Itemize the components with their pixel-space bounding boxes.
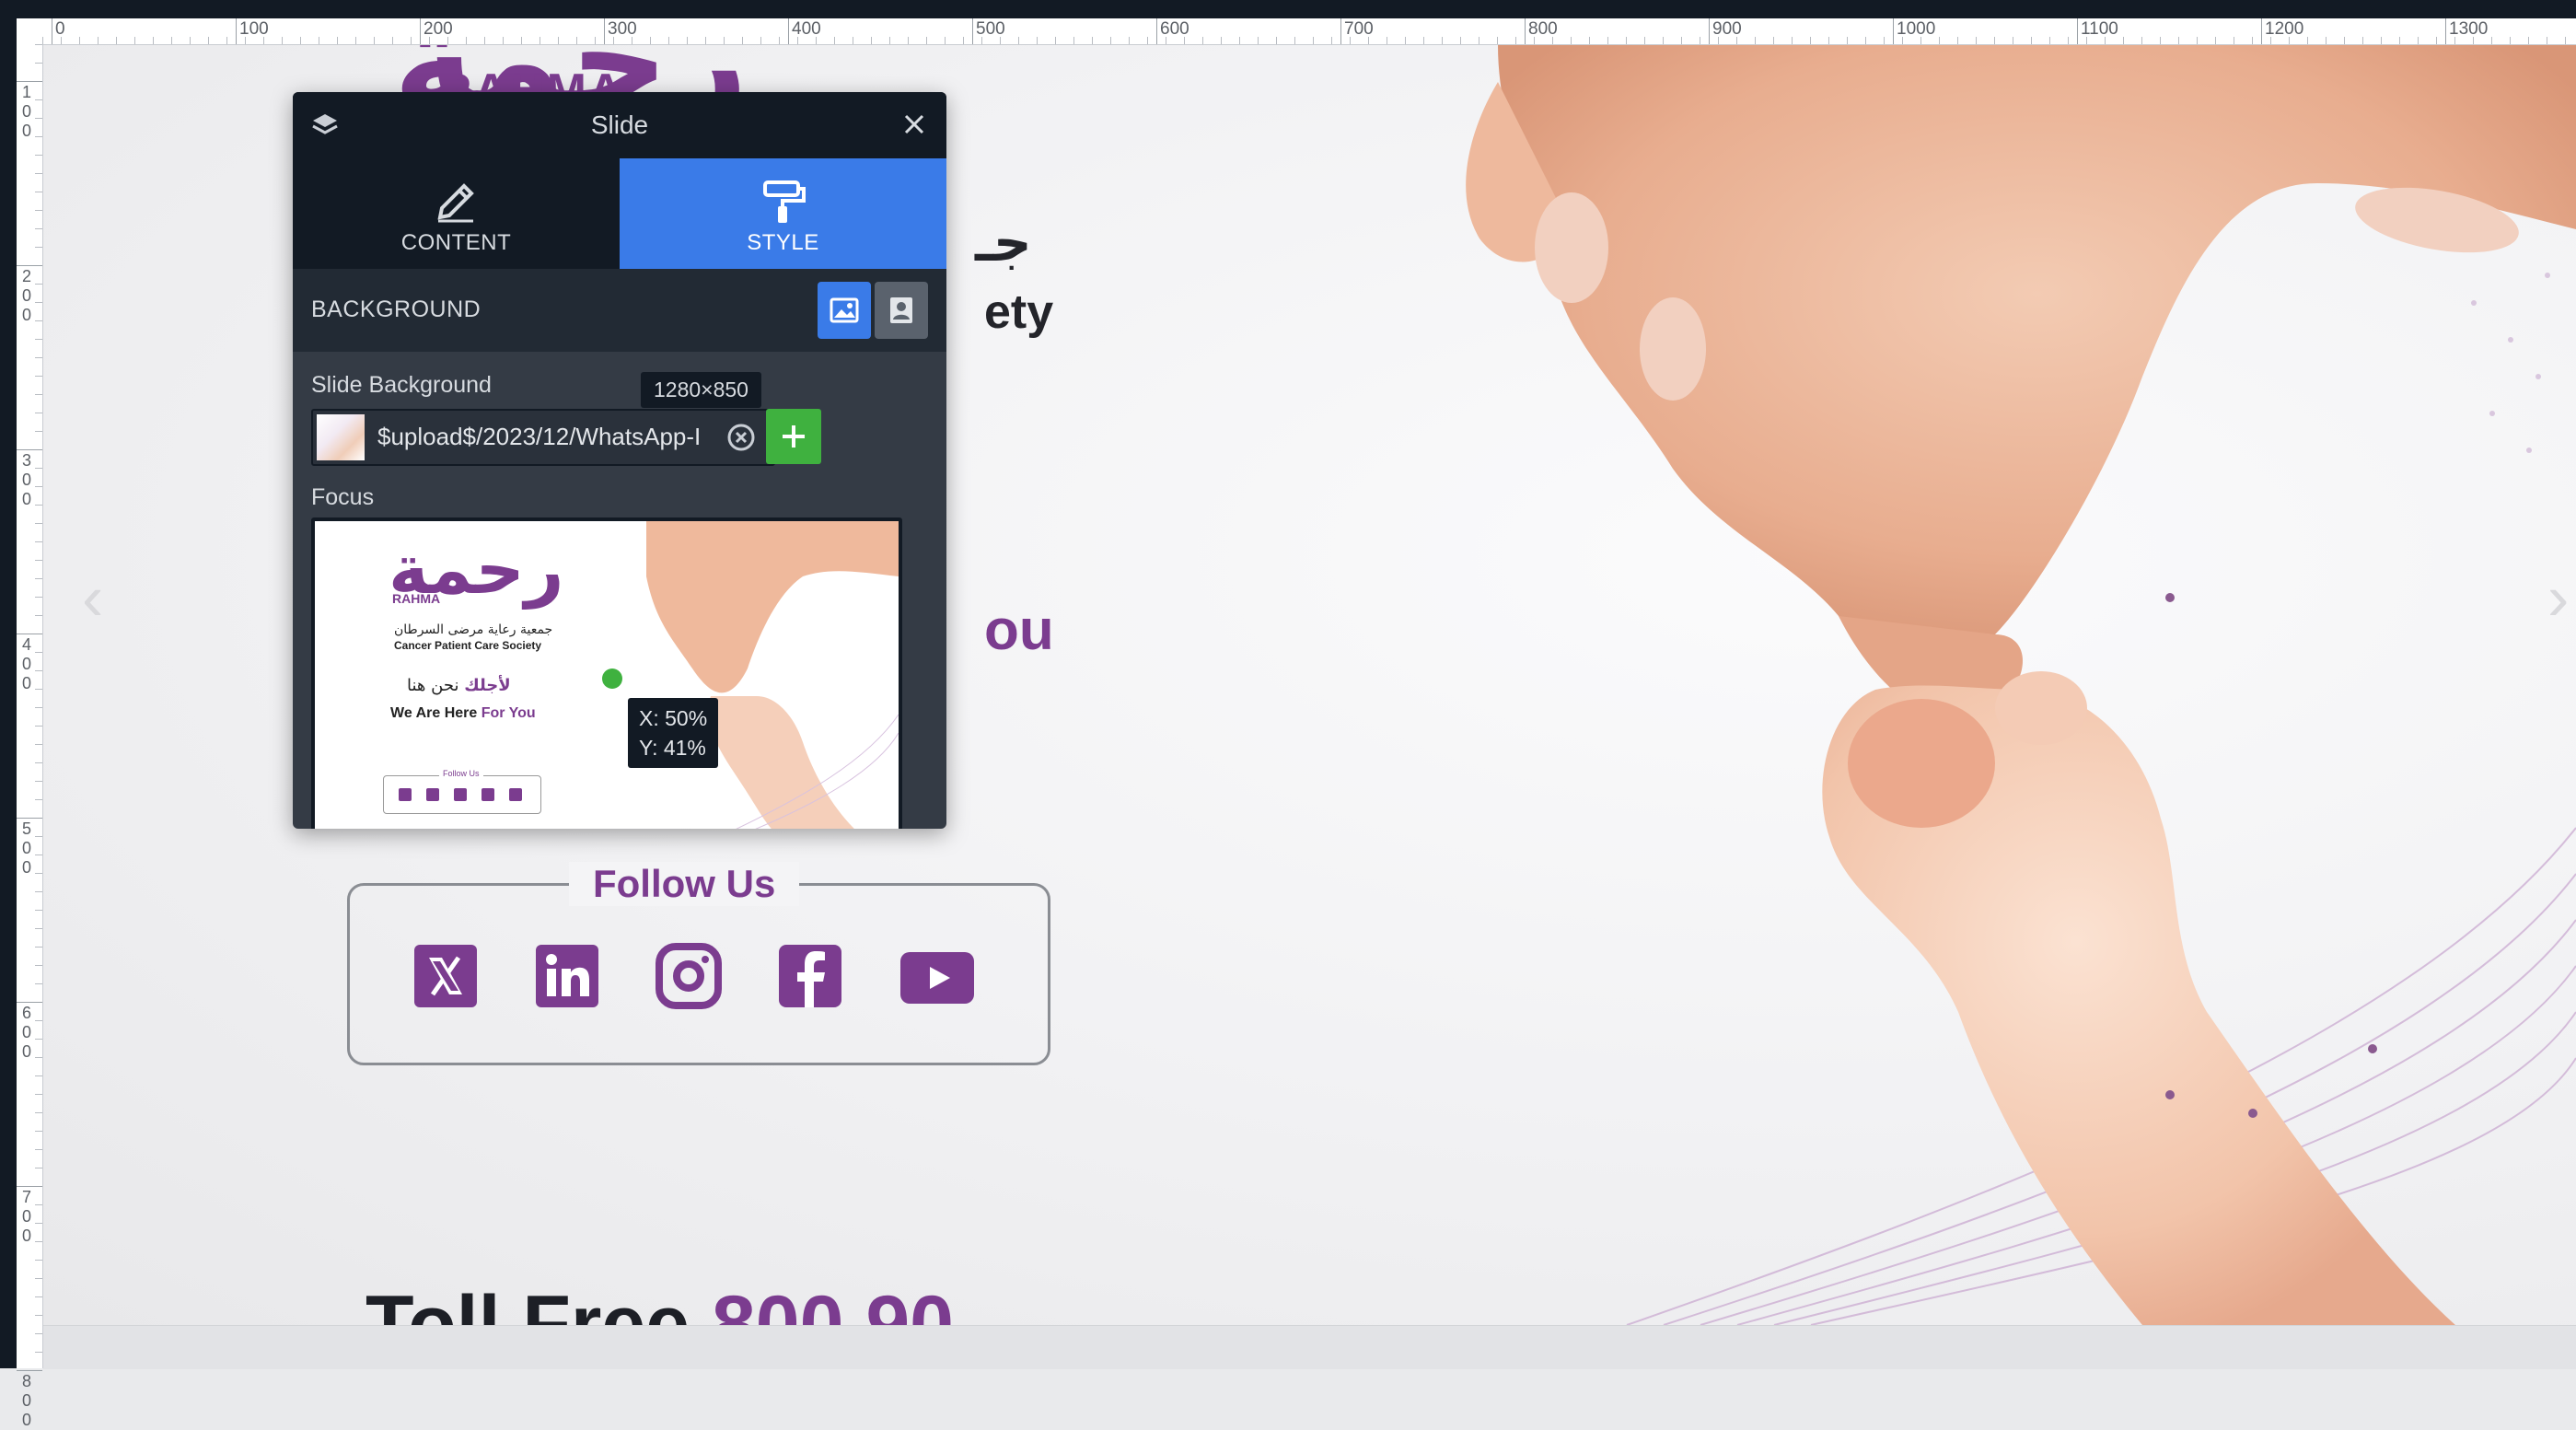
ruler-h-label: 300 [608,19,637,39]
ruler-v-tick [17,1186,42,1187]
ruler-v-label: 400 [21,635,31,692]
preview-hands-photo [646,521,899,829]
ruler-v-label: 700 [21,1188,31,1245]
preview-tagline-arabic: لأجلك نحن هنا [407,676,511,695]
preview-follow-title: Follow Us [439,769,483,778]
background-file-path: $upload$/2023/12/WhatsApp-I [377,423,702,450]
focus-coordinates-tooltip: X: 50% Y: 41% [628,698,719,768]
linkedin-icon[interactable] [534,943,600,1009]
ruler-v-label: 600 [21,1004,31,1061]
preview-x-icon [399,788,412,801]
horizontal-ruler[interactable]: 0 100 200 300 400 500 600 700 800 900 1000 1100 1200… [42,18,2576,45]
ruler-corner [17,18,43,45]
ruler-v-tick [17,1370,42,1371]
tab-style-label: STYLE [747,230,819,255]
facebook-icon[interactable] [777,943,843,1009]
tab-style[interactable]: STYLE [620,158,946,269]
youtube-icon[interactable] [899,943,976,1009]
background-file-field[interactable]: $upload$/2023/12/WhatsApp-I [311,409,775,466]
society-english-text: ety [984,285,1054,339]
preview-society-arabic: جمعية رعاية مرضى السرطان [394,622,553,637]
ruler-v-label: 800 [21,1372,31,1429]
tab-content-label: CONTENT [400,230,512,255]
ruler-h-label: 900 [1712,19,1742,39]
tab-content[interactable]: CONTENT [293,158,620,269]
ruler-h-label: 200 [424,19,453,39]
image-size-tooltip: 1280×850 [641,372,761,408]
slide-settings-panel: Slide CONTENT STYLE BACKGROUND Slide Bac… [293,92,946,829]
ruler-h-label: 1100 [2081,19,2118,39]
preview-facebook-icon [482,788,494,801]
ruler-h-label: 800 [1528,19,1558,39]
canvas-bottom-bar [43,1325,2576,1369]
follow-us-title: Follow Us [569,862,800,906]
ruler-v-label: 500 [21,820,31,877]
panel-title: Slide [590,110,649,139]
preview-linkedin-icon [426,788,439,801]
ruler-v-tick [17,1002,42,1003]
ruler-h-label: 500 [976,19,1005,39]
left-strip [0,18,17,1368]
ruler-h-label: 0 [55,19,65,39]
preview-instagram-icon [454,788,467,801]
product-image-icon [890,297,912,323]
instagram-icon[interactable] [656,943,722,1009]
ruler-v-tick [17,449,42,450]
slide-background-label: Slide Background [311,372,492,398]
vertical-ruler[interactable]: 100 200 300 400 500 600 700 800 [17,44,43,1429]
product-background-button[interactable] [875,282,928,339]
paint-roller-icon [763,180,806,223]
toll-number: 800 90 [711,1280,954,1325]
preview-tagline-english: We Are Here For You [390,705,536,721]
background-section-header: BACKGROUND [293,269,946,352]
preview-youtube-icon [509,788,522,801]
focus-x-value: X: 50% [639,706,708,730]
image-background-button[interactable] [818,282,871,339]
preview-society-english: Cancer Patient Care Society [394,639,542,652]
preview-follow-box: Follow Us [383,769,541,814]
ruler-v-label: 100 [21,83,31,140]
ruler-h-label: 1000 [1897,19,1936,39]
ruler-h-label: 1300 [2449,19,2489,39]
add-media-button[interactable] [766,409,821,464]
plus-icon [783,425,805,448]
close-icon[interactable] [900,110,928,138]
ruler-v-label: 300 [21,451,31,508]
toll-free-text: Toll Free 800 90 [366,1279,954,1325]
focus-preview[interactable]: رحمة RAHMA جمعية رعاية مرضى السرطان Canc… [311,517,902,829]
background-thumbnail [317,414,365,460]
ruler-h-label: 400 [792,19,821,39]
follow-us-box: Follow Us [347,862,1050,1065]
hands-photo [1466,45,2576,1325]
x-icon[interactable] [412,943,479,1009]
ruler-h-label: 100 [239,19,269,39]
image-icon [830,297,859,323]
clear-icon[interactable] [725,422,757,453]
pencil-icon [437,183,474,223]
focus-label: Focus [311,484,375,510]
preview-logo-text: RAHMA [392,591,441,606]
focus-point-handle[interactable] [602,668,622,689]
ruler-v-tick [17,265,42,266]
ruler-v-tick [17,81,42,82]
ruler-v-label: 200 [21,267,31,324]
top-bar [0,0,2576,18]
focus-y-value: Y: 41% [639,736,706,760]
panel-tabs: CONTENT STYLE [293,158,946,269]
ruler-h-label: 700 [1344,19,1374,39]
society-arabic-text: جـ [975,211,1032,273]
slider-prev-icon[interactable]: ‹ [82,561,103,634]
background-section-title: BACKGROUND [311,296,482,322]
tagline-text: ou [984,599,1054,662]
ruler-h-label: 600 [1160,19,1189,39]
ruler-h-label: 1200 [2265,19,2304,39]
panel-header[interactable]: Slide [293,92,946,158]
ruler-v-tick [17,818,42,819]
